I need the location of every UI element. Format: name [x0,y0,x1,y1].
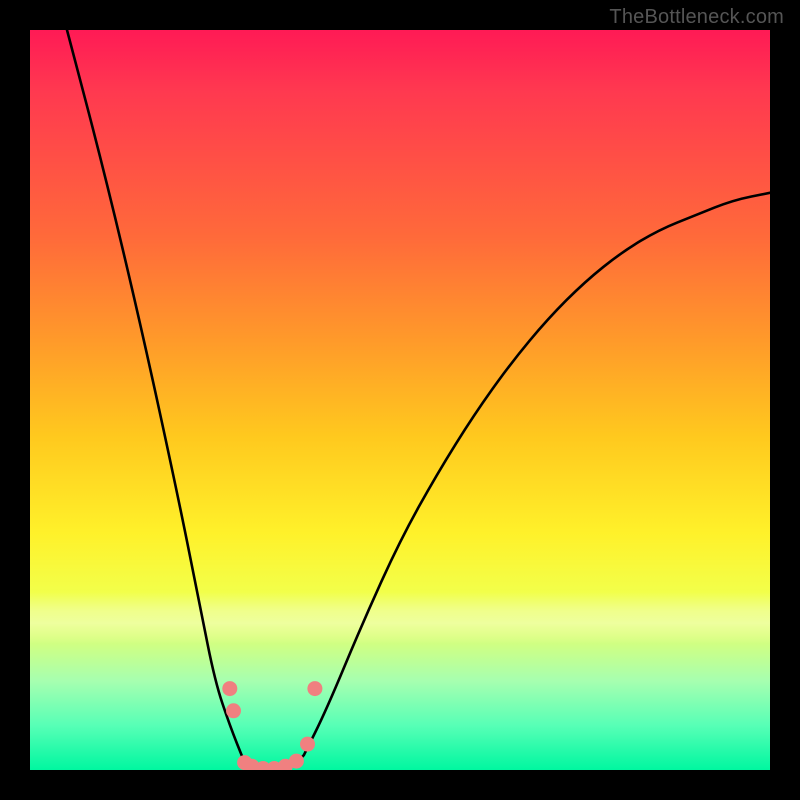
data-marker [222,681,237,696]
chart-frame: TheBottleneck.com [0,0,800,800]
bottleneck-curve [67,30,770,770]
data-marker [289,754,304,769]
data-marker [307,681,322,696]
marker-group [222,681,322,770]
data-marker [226,703,241,718]
data-marker [300,737,315,752]
curve-layer [30,30,770,770]
plot-area [30,30,770,770]
watermark-text: TheBottleneck.com [609,6,784,29]
